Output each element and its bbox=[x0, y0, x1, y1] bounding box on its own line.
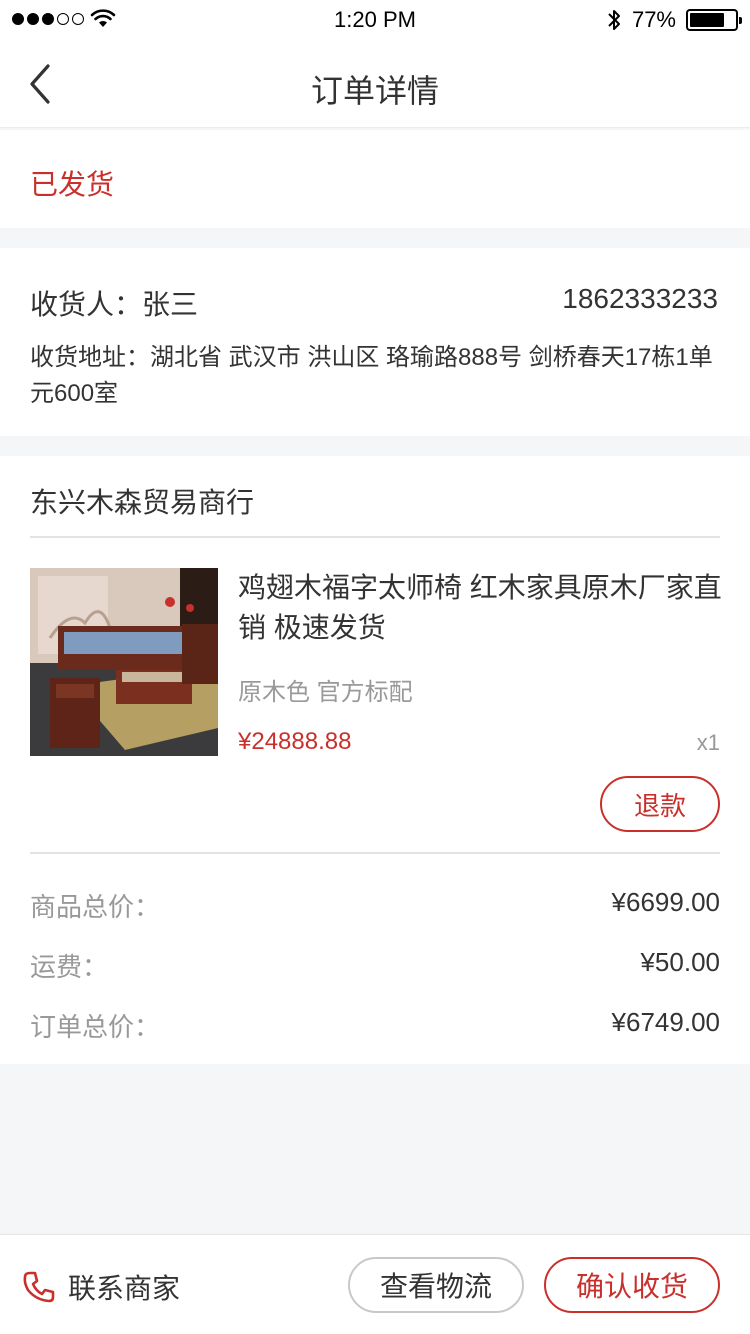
contact-seller-button[interactable]: 联系商家 bbox=[22, 1267, 180, 1307]
order-status: 已发货 bbox=[30, 169, 115, 200]
summary-row-goods-total: 商品总价： ¥6699.00 bbox=[30, 887, 720, 927]
product-price: ¥24888.88 bbox=[238, 728, 352, 755]
summary-row-order-total: 订单总价： ¥6749.00 bbox=[30, 1007, 720, 1047]
summary-label: 商品总价： bbox=[30, 892, 161, 922]
product-spec: 原木色 官方标配 bbox=[238, 679, 413, 706]
receiver-address: 收货地址：湖北省 武汉市 洪山区 珞瑜路888号 剑桥春天17栋1单元600室 bbox=[30, 344, 713, 407]
summary-label: 运费： bbox=[30, 952, 109, 982]
summary-value: ¥50.00 bbox=[640, 947, 720, 977]
summary-value: ¥6699.00 bbox=[611, 887, 720, 917]
battery-level bbox=[690, 13, 724, 27]
receiver-phone: 1862333233 bbox=[562, 283, 718, 314]
product-title[interactable]: 鸡翅木福字太师椅 红木家具原木厂家直销 极速发货 bbox=[238, 568, 728, 648]
order-status-section: 已发货 bbox=[0, 130, 750, 228]
contact-seller-label: 联系商家 bbox=[68, 1273, 181, 1304]
receiver-section: 收货人：张三 1862333233 收货地址：湖北省 武汉市 洪山区 珞瑜路88… bbox=[0, 248, 750, 436]
battery-icon bbox=[686, 9, 742, 31]
confirm-receipt-button[interactable]: 确认收货 bbox=[544, 1257, 720, 1313]
order-detail-section: 东兴木森贸易商行 鸡翅木福字太师椅 红木家具原木厂家直销 极速发货 原木色 官方… bbox=[0, 456, 750, 1064]
view-logistics-button[interactable]: 查看物流 bbox=[348, 1257, 524, 1313]
nav-bar: 订单详情 bbox=[0, 40, 750, 128]
receiver-name: 收货人：张三 bbox=[30, 289, 199, 320]
divider bbox=[30, 536, 720, 538]
status-bar: 1:20 PM 77% bbox=[0, 0, 750, 40]
page-title: 订单详情 bbox=[310, 73, 439, 109]
summary-row-shipping: 运费： ¥50.00 bbox=[30, 947, 720, 987]
divider bbox=[30, 852, 720, 854]
status-right: 77% bbox=[606, 7, 742, 33]
battery-percent: 77% bbox=[631, 7, 676, 32]
refund-button[interactable]: 退款 bbox=[600, 776, 720, 832]
product-quantity: x1 bbox=[696, 730, 720, 755]
bottom-action-bar: 联系商家 查看物流 确认收货 bbox=[0, 1234, 750, 1334]
bluetooth-icon bbox=[608, 10, 620, 30]
phone-icon bbox=[23, 1271, 55, 1303]
summary-label: 订单总价： bbox=[30, 1012, 161, 1042]
summary-value: ¥6749.00 bbox=[611, 1007, 720, 1037]
shop-name[interactable]: 东兴木森贸易商行 bbox=[30, 481, 254, 521]
product-image[interactable] bbox=[30, 568, 218, 756]
